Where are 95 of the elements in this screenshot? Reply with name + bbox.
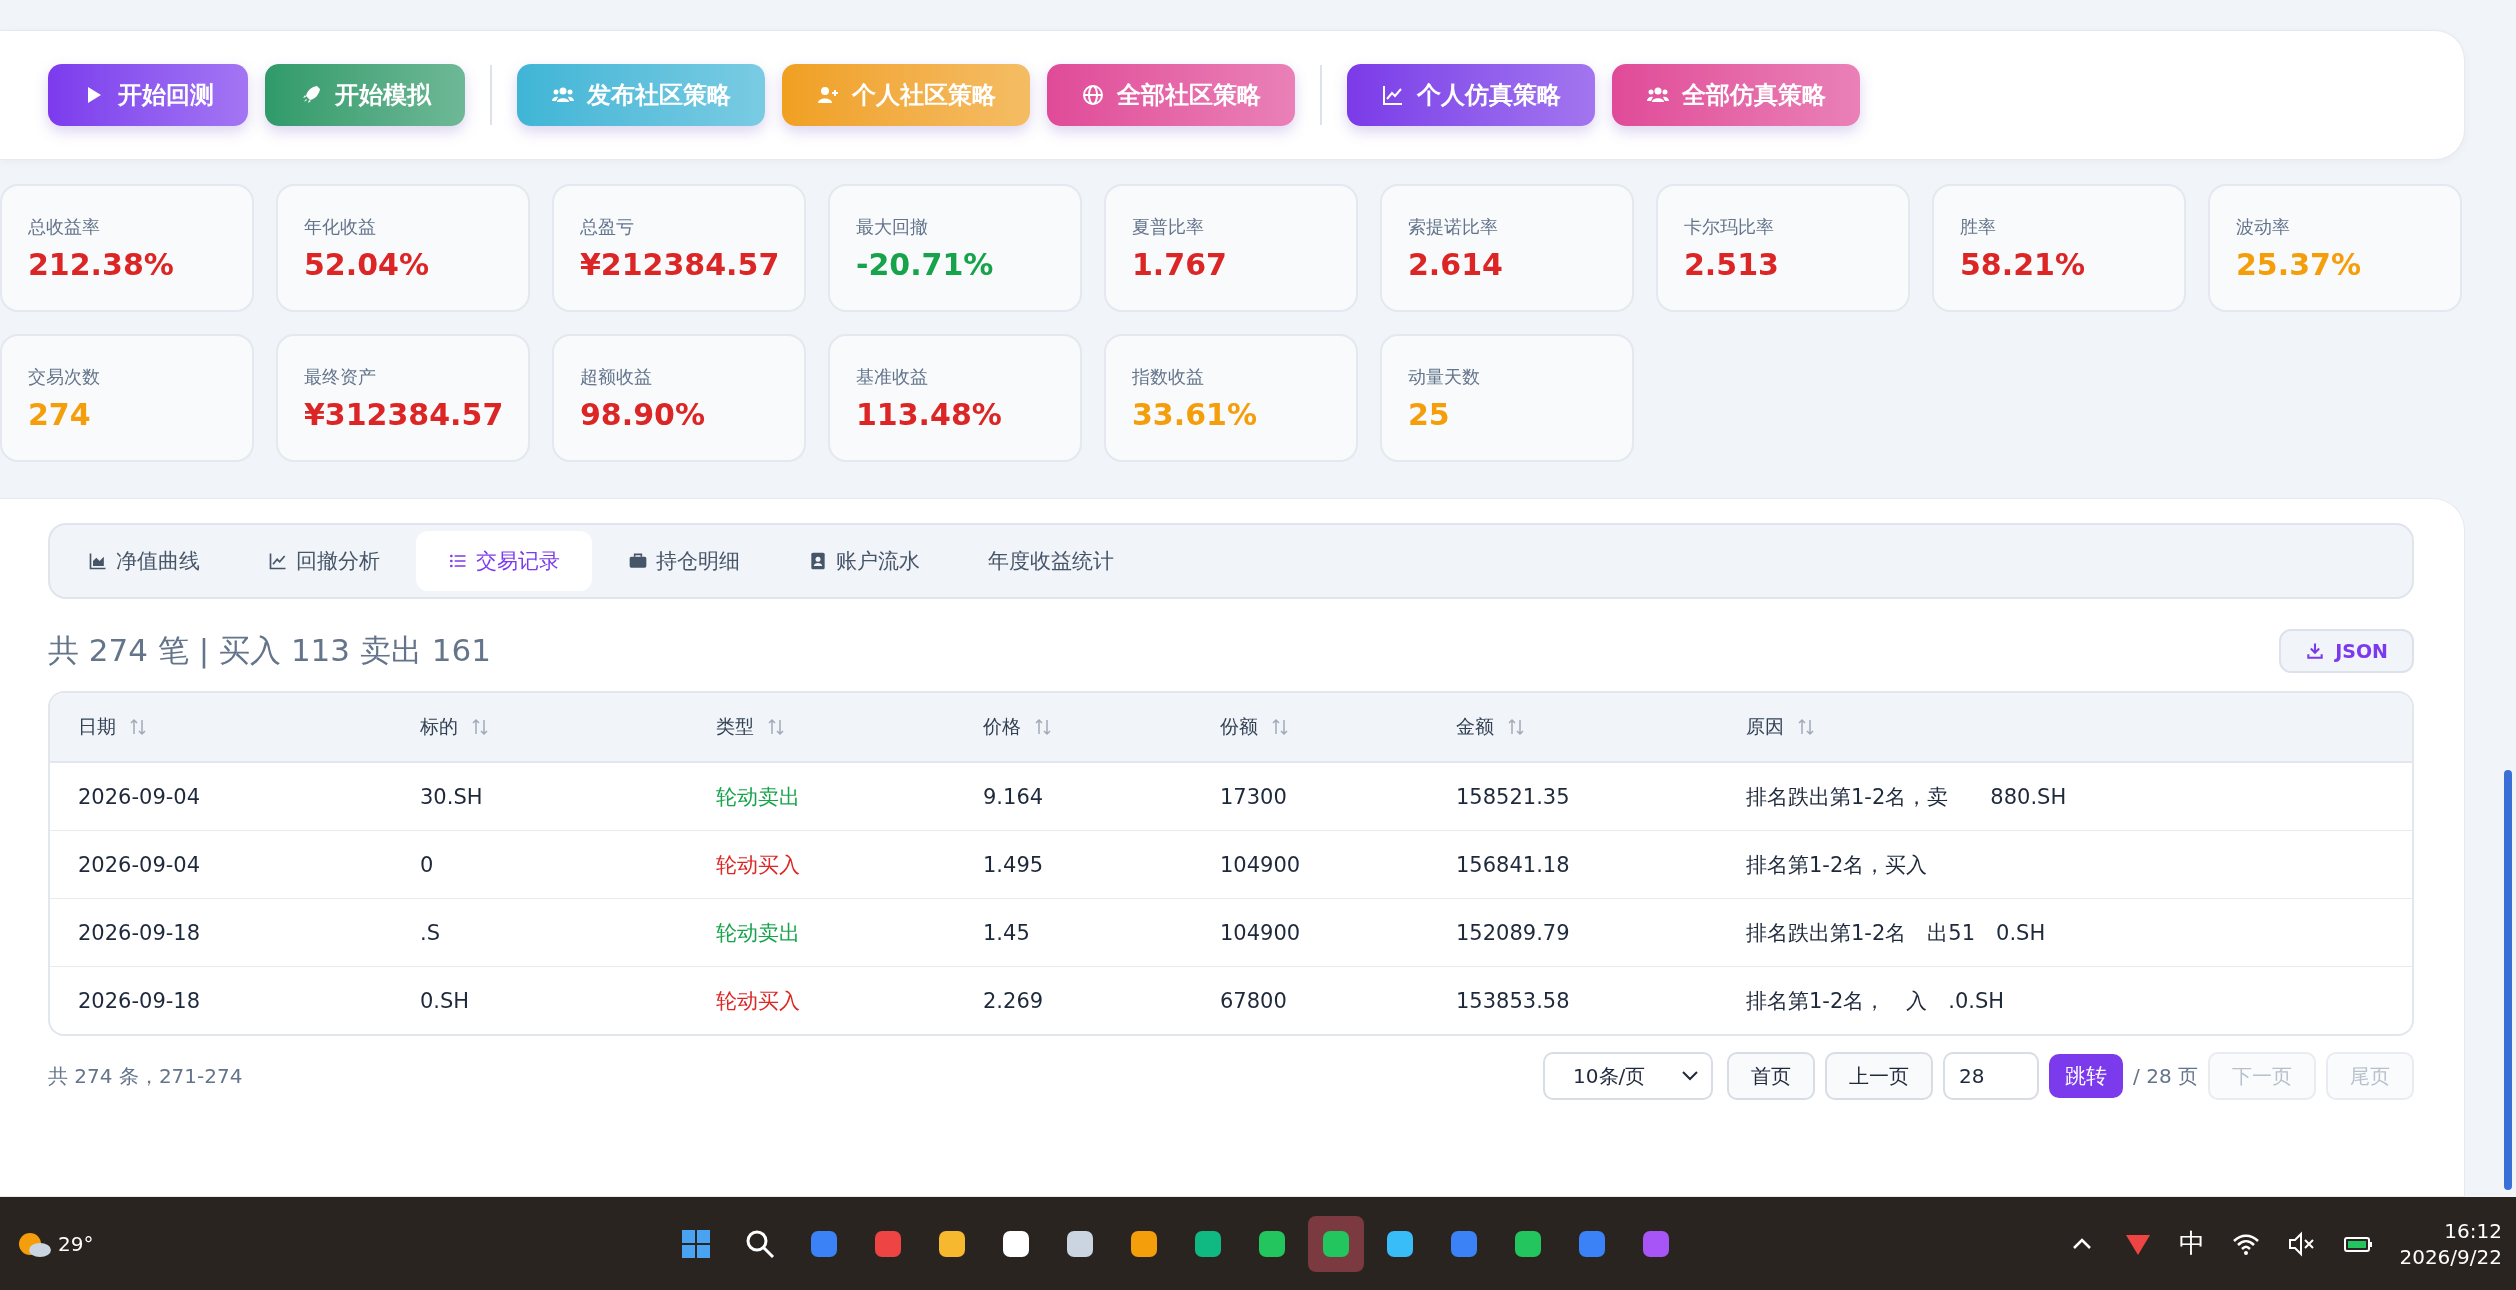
- table-cell: 30.SH: [420, 784, 483, 809]
- tab[interactable]: 交易记录: [416, 531, 592, 591]
- action-button[interactable]: 个人仿真策略: [1347, 64, 1595, 126]
- table-cell: 0.SH: [420, 988, 470, 1013]
- table-cell: 0: [420, 852, 434, 877]
- previous-page-button[interactable]: 上一页: [1825, 1052, 1934, 1100]
- metric-value: 25: [1408, 396, 1451, 432]
- column-header: 原因: [1746, 714, 1784, 739]
- metric-value: 25.37%: [2236, 246, 2362, 282]
- table-cell: 2026-09-18: [78, 920, 201, 945]
- export-button[interactable]: JSON: [2279, 629, 2414, 673]
- table-cell: 排名跌出第1-2名，卖 880.SH: [1746, 784, 2067, 809]
- metric-value: ¥312384.57: [304, 396, 505, 432]
- metric-label: 胜率: [1960, 214, 1997, 239]
- table-cell: 152089.79: [1456, 920, 1570, 945]
- line-chart-icon: [268, 551, 288, 571]
- clock-date[interactable]: 2026/9/22: [2399, 1243, 2502, 1270]
- table-cell: 排名跌出第1-2名 出51 0.SH: [1746, 920, 2046, 945]
- metric-label: 动量天数: [1408, 364, 1481, 389]
- table-cell: 17300: [1220, 784, 1287, 809]
- table-cell: 158521.35: [1456, 784, 1570, 809]
- metric-value: 113.48%: [856, 396, 1003, 432]
- record-count: 共 274 条，271-274: [48, 1062, 244, 1090]
- metric-label: 最大回撤: [856, 214, 929, 239]
- first-page-button[interactable]: 首页: [1727, 1052, 1816, 1100]
- page-size-select[interactable]: 10条/页: [1543, 1052, 1714, 1100]
- contact-book-icon: [808, 551, 828, 571]
- metric-label: 最终资产: [304, 364, 377, 389]
- tab[interactable]: 持仓明细: [596, 531, 772, 591]
- table-cell: 轮动卖出: [716, 920, 800, 945]
- metric-label: 索提诺比率: [1408, 214, 1499, 239]
- metric-value: ¥212384.57: [580, 246, 781, 282]
- table-cell: 9.164: [983, 784, 1044, 809]
- table-cell: 2026-09-04: [78, 852, 201, 877]
- table-cell: 67800: [1220, 988, 1287, 1013]
- table-cell: 2.269: [983, 988, 1044, 1013]
- globe-icon: [1081, 83, 1105, 107]
- table-cell: 1.495: [983, 852, 1044, 877]
- table-cell: 156841.18: [1456, 852, 1570, 877]
- tab[interactable]: 净值曲线: [56, 531, 232, 591]
- table-cell: 104900: [1220, 920, 1301, 945]
- metric-value: 58.21%: [1960, 246, 2086, 282]
- page-input[interactable]: 28: [1943, 1052, 2040, 1100]
- table-cell: 轮动买入: [716, 988, 800, 1013]
- metric-value: 52.04%: [304, 246, 430, 282]
- column-header: 标的: [420, 714, 458, 739]
- metric-value: 98.90%: [580, 396, 706, 432]
- area-chart-icon: [88, 551, 108, 571]
- temperature: 29°: [58, 1231, 94, 1256]
- metric-value: -20.71%: [856, 246, 995, 282]
- table-cell: 2026-09-18: [78, 988, 201, 1013]
- metric-label: 超额收益: [580, 364, 653, 389]
- table-cell: 排名第1-2名，买入: [1746, 852, 1928, 877]
- metric-label: 总收益率: [28, 214, 101, 239]
- column-header: 类型: [716, 714, 754, 739]
- metric-label: 波动率: [2236, 214, 2291, 239]
- trade-summary: 共 274 笔 | 买入 113 卖出 161: [48, 631, 491, 671]
- table-cell: .S: [420, 920, 440, 945]
- table-cell: 2026-09-04: [78, 784, 201, 809]
- table-cell: 1.45: [983, 920, 1030, 945]
- metric-label: 指数收益: [1132, 364, 1205, 389]
- metric-value: 212.38%: [28, 246, 175, 282]
- column-header: 金额: [1456, 714, 1494, 739]
- tab[interactable]: 回撤分析: [236, 531, 412, 591]
- column-header: 份额: [1220, 714, 1258, 739]
- metric-value: 1.767: [1132, 246, 1228, 282]
- column-header: 价格: [983, 714, 1021, 739]
- jump-button[interactable]: 跳转: [2049, 1054, 2124, 1098]
- metric-label: 卡尔玛比率: [1684, 214, 1775, 239]
- table-cell: 轮动买入: [716, 852, 800, 877]
- tab[interactable]: 账户流水: [776, 531, 952, 591]
- metric-value: 274: [28, 396, 92, 432]
- action-button[interactable]: 开始回测: [48, 64, 248, 126]
- metric-value: 2.513: [1684, 246, 1780, 282]
- metric-value: 33.61%: [1132, 396, 1258, 432]
- metric-label: 基准收益: [856, 364, 929, 389]
- metric-label: 年化收益: [304, 214, 377, 239]
- tab[interactable]: 年度收益统计: [956, 531, 1146, 591]
- download-icon: [2305, 641, 2326, 661]
- clock-time[interactable]: 16:12: [2444, 1217, 2502, 1244]
- table-cell: 104900: [1220, 852, 1301, 877]
- metric-value: 2.614: [1408, 246, 1504, 282]
- table-cell: 153853.58: [1456, 988, 1570, 1013]
- page-count: / 28 页: [2133, 1062, 2198, 1090]
- line-chart-icon: [1381, 83, 1405, 107]
- metric-label: 交易次数: [28, 364, 101, 389]
- column-header: 日期: [78, 714, 116, 739]
- input-method-indicator[interactable]: 中: [2179, 1226, 2206, 1261]
- chevron-down-icon: [1681, 1070, 1700, 1082]
- scrollbar-thumb[interactable]: [2504, 770, 2512, 1190]
- table-cell: 排名第1-2名， 入 .0.SH: [1746, 988, 2005, 1013]
- metric-label: 夏普比率: [1132, 214, 1205, 239]
- briefcase-icon: [628, 551, 648, 571]
- metric-label: 总盈亏: [580, 214, 635, 239]
- table-cell: 轮动卖出: [716, 784, 800, 809]
